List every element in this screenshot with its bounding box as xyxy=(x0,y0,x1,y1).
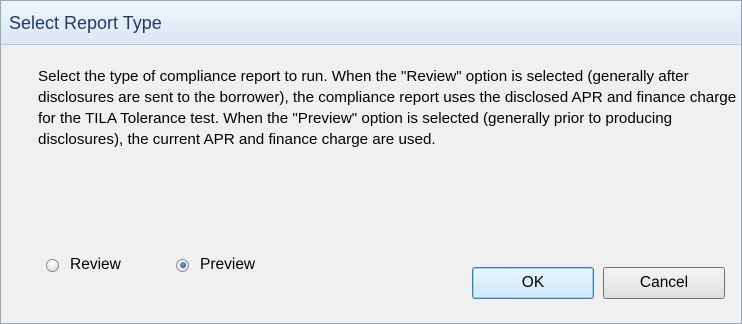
dialog-titlebar: Select Report Type xyxy=(1,1,741,45)
cancel-button[interactable]: Cancel xyxy=(603,267,725,299)
ok-button[interactable]: OK xyxy=(472,267,594,299)
select-report-type-dialog: Select Report Type Select the type of co… xyxy=(0,0,742,324)
review-radio-button[interactable] xyxy=(46,258,59,272)
preview-radio-button[interactable] xyxy=(176,258,189,272)
dialog-title: Select Report Type xyxy=(9,13,162,33)
dialog-body: Select the type of compliance report to … xyxy=(1,45,741,323)
preview-radio-label[interactable]: Preview xyxy=(200,256,255,274)
review-radio-option[interactable]: Review xyxy=(46,256,121,274)
preview-radio-option[interactable]: Preview xyxy=(176,256,255,274)
dialog-description: Select the type of compliance report to … xyxy=(38,68,737,148)
review-radio-label[interactable]: Review xyxy=(70,256,121,274)
